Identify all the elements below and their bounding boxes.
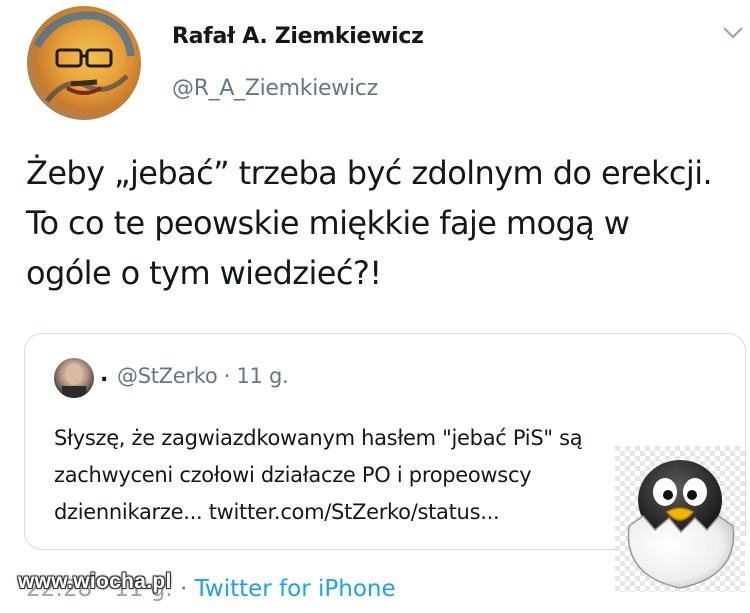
quoted-text-line: Słyszę, że zagwiazdkowanym hasłem "jebać… bbox=[54, 426, 583, 450]
tweet-source-link[interactable]: Twitter for iPhone bbox=[195, 576, 396, 602]
author-avatar[interactable] bbox=[27, 6, 141, 120]
quoted-tweet-text: Słyszę, że zagwiazdkowanym hasłem "jebać… bbox=[54, 420, 654, 531]
tweet-text-line: ogóle o tym wiedzieć?! bbox=[26, 254, 382, 292]
tweet-text-line: Żeby „jebać” trzeba być zdolnym do erekc… bbox=[26, 154, 713, 192]
avatar-portrait-illustration bbox=[33, 11, 135, 103]
quoted-text-line: zachwyceni czołowi działacze PO i propeo… bbox=[54, 463, 532, 487]
quoted-author-name: . bbox=[100, 362, 109, 387]
author-handle[interactable]: @R_A_Ziemkiewicz bbox=[172, 76, 378, 101]
penguin-in-egg-icon bbox=[615, 446, 745, 592]
tweet-text: Żeby „jebać” trzeba być zdolnym do erekc… bbox=[26, 148, 748, 298]
quoted-author-avatar bbox=[54, 358, 94, 398]
footer-separator: · bbox=[180, 576, 188, 602]
author-name[interactable]: Rafał A. Ziemkiewicz bbox=[172, 24, 424, 49]
site-watermark: www.wiocha.pl bbox=[18, 570, 172, 593]
quoted-text-line[interactable]: dziennikarze... twitter.com/StZerko/stat… bbox=[54, 494, 654, 531]
tweet-text-line: To co te peowskie miękkie faje mogą w bbox=[26, 204, 630, 242]
chevron-down-icon[interactable] bbox=[722, 26, 744, 40]
quoted-handle-time: @StZerko · 11 g. bbox=[117, 364, 289, 388]
